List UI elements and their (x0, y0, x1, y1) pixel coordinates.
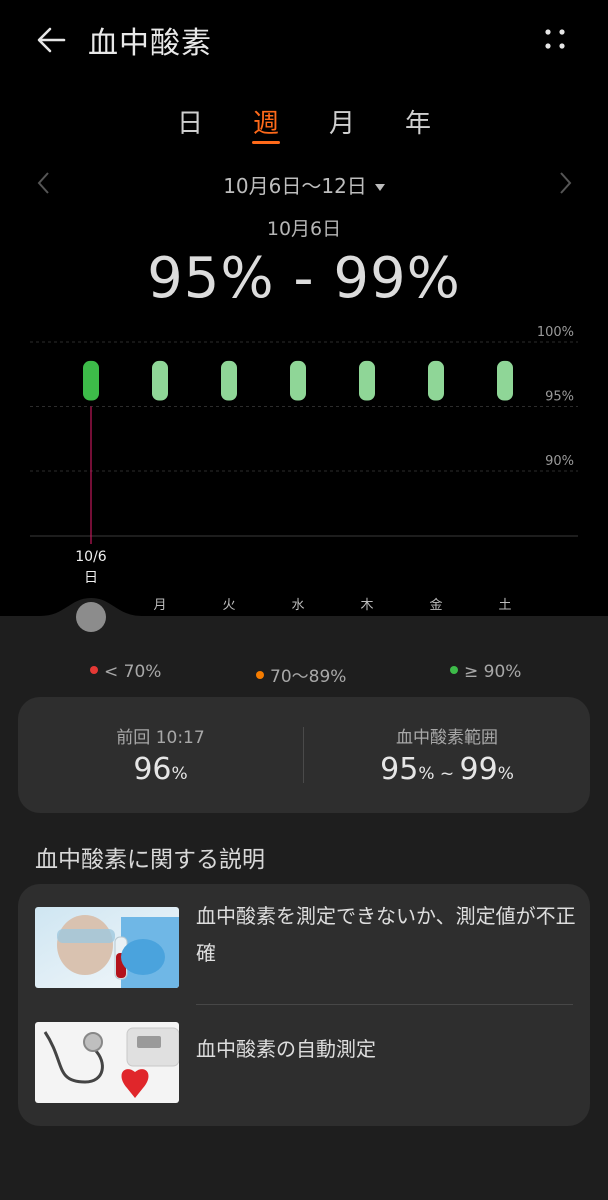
spo2-range-summary: 95% ~ 99% (380, 752, 514, 787)
last-measurement-value: 96% (133, 752, 188, 787)
tab-month[interactable]: 月 (320, 103, 364, 140)
more-options-icon[interactable] (540, 24, 570, 54)
spo2-bar (221, 360, 237, 401)
spo2-bar (497, 360, 513, 401)
stethoscope-heart-image[interactable] (35, 1022, 179, 1103)
selected-date: 10月6日 (266, 218, 342, 240)
legend-mid: 70～89% (256, 662, 346, 687)
green-dot-icon (450, 666, 458, 674)
article-divider (196, 1004, 573, 1005)
spo2-range-label: 血中酸素範囲 (396, 728, 498, 748)
orange-dot-icon (256, 671, 264, 679)
date-range-label: 10月6日～12日 (223, 174, 367, 198)
spo2-bar (359, 360, 375, 401)
spo2-bar (152, 360, 168, 401)
spo2-range-value: 95% - 99% (147, 246, 461, 311)
explanations-title: 血中酸素に関する説明 (35, 847, 265, 873)
y-tick-label: 90% (545, 454, 574, 469)
back-arrow-icon[interactable] (34, 22, 70, 58)
selected-date-label: 10/6 (75, 549, 107, 565)
blood-sample-image[interactable] (35, 907, 179, 988)
legend-high: ≥ 90% (450, 662, 521, 682)
last-measurement-label: 前回 10:17 (116, 728, 205, 748)
next-range-icon[interactable] (553, 170, 577, 196)
red-dot-icon (90, 666, 98, 674)
active-tab-indicator (252, 141, 280, 144)
spo2-bar (428, 360, 444, 401)
selected-day-label: 日 (84, 570, 98, 586)
y-tick-label: 95% (545, 390, 574, 405)
spo2-bar (83, 360, 99, 401)
date-range-selector[interactable]: 10月6日～12日 (0, 170, 608, 199)
spo2-bar (290, 360, 306, 401)
page-title: 血中酸素 (88, 26, 212, 61)
tab-week[interactable]: 週 (244, 103, 288, 140)
legend-low: < 70% (90, 662, 161, 682)
tab-day[interactable]: 日 (168, 103, 212, 140)
dropdown-caret-icon (374, 184, 385, 191)
chart-scrubber-handle[interactable] (76, 602, 106, 632)
tab-year[interactable]: 年 (396, 103, 440, 140)
y-tick-label: 100% (537, 325, 574, 340)
article-title-2[interactable]: 血中酸素の自動測定 (196, 1031, 576, 1068)
article-title-1[interactable]: 血中酸素を測定できないか、測定値が不正確 (196, 898, 576, 972)
